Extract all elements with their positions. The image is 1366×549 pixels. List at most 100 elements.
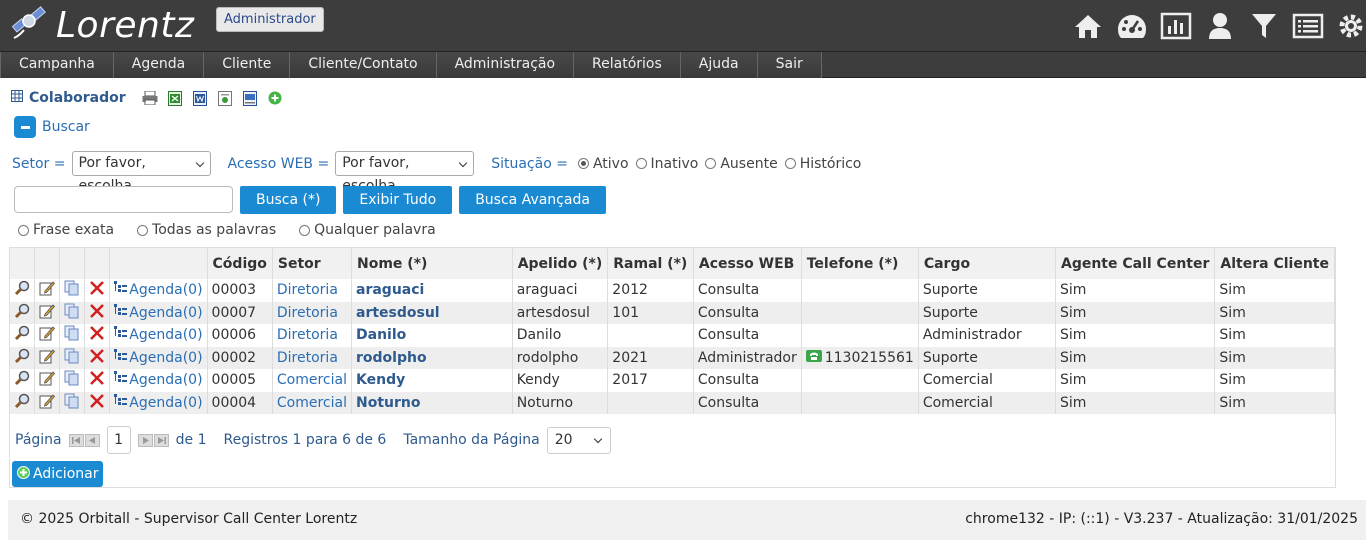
table-row[interactable]: Agenda(0) 00002 Diretoria rodolpho rodolpho 2…	[10, 346, 1335, 369]
edit-icon[interactable]	[34, 391, 61, 414]
view-icon[interactable]	[10, 324, 36, 347]
col-setor[interactable]: Setor	[272, 248, 353, 279]
table-row[interactable]: Agenda(0) 00004 Comercial Noturno Noturno Con…	[10, 391, 1335, 414]
col-acesso-web[interactable]: Acesso WEB	[693, 248, 802, 279]
delete-icon[interactable]	[84, 346, 111, 369]
cell-nome[interactable]: rodolpho	[351, 346, 513, 369]
cell-setor[interactable]: Comercial	[272, 391, 353, 414]
dashboard-icon[interactable]	[1116, 10, 1148, 42]
list-icon[interactable]	[1292, 10, 1324, 42]
cell-nome[interactable]: Danilo	[351, 324, 513, 347]
busca-button[interactable]: Busca (*)	[240, 186, 337, 214]
cell-nome[interactable]: araguaci	[351, 279, 513, 302]
copy-icon[interactable]	[59, 391, 86, 414]
todas-palavras-radio[interactable]: Todas as palavras	[137, 222, 276, 238]
word-icon[interactable]	[192, 90, 208, 106]
buscar-toggle[interactable]: Buscar	[14, 116, 90, 138]
frase-exata-radio[interactable]: Frase exata	[18, 222, 114, 238]
logo[interactable]: Lorentz	[10, 3, 194, 49]
view-icon[interactable]	[10, 369, 36, 392]
view-icon[interactable]	[10, 279, 36, 302]
col-codigo[interactable]: Código	[207, 248, 273, 279]
edit-icon[interactable]	[34, 324, 61, 347]
menu-campanha[interactable]: Campanha	[0, 52, 114, 78]
menu-sair[interactable]: Sair	[757, 52, 822, 78]
col-cargo[interactable]: Cargo	[918, 248, 1056, 279]
cell-setor[interactable]: Diretoria	[272, 301, 353, 324]
agenda-link[interactable]: Agenda(0)	[109, 324, 208, 347]
copy-icon[interactable]	[59, 369, 86, 392]
agenda-link[interactable]: Agenda(0)	[109, 391, 208, 414]
csv-icon[interactable]	[217, 90, 233, 106]
agenda-link[interactable]: Agenda(0)	[109, 301, 208, 324]
situacao-ativo-radio[interactable]: Ativo	[577, 156, 629, 172]
agenda-link[interactable]: Agenda(0)	[109, 279, 208, 302]
cell-setor[interactable]: Diretoria	[272, 324, 353, 347]
setor-select[interactable]: Por favor, escolha	[71, 151, 211, 194]
situacao-ausente-radio[interactable]: Ausente	[705, 156, 778, 172]
exibir-tudo-button[interactable]: Exibir Tudo	[343, 186, 453, 214]
delete-icon[interactable]	[84, 279, 111, 302]
adicionar-button[interactable]: Adicionar	[12, 461, 104, 487]
copy-icon[interactable]	[59, 324, 86, 347]
col-apelido[interactable]: Apelido (*)	[512, 248, 609, 279]
page-number-input[interactable]: 1	[106, 426, 131, 454]
delete-icon[interactable]	[84, 391, 111, 414]
col-telefone[interactable]: Telefone (*)	[801, 248, 919, 279]
next-page-icon[interactable]	[137, 433, 153, 448]
delete-icon[interactable]	[84, 369, 111, 392]
cell-nome[interactable]: artesdosul	[351, 301, 513, 324]
print-icon[interactable]	[142, 90, 158, 106]
view-icon[interactable]	[10, 391, 36, 414]
menu-agenda[interactable]: Agenda	[113, 52, 205, 78]
menu-cliente-contato[interactable]: Cliente/Contato	[290, 52, 437, 78]
col-altera-cliente[interactable]: Altera Cliente	[1214, 248, 1335, 279]
edit-icon[interactable]	[34, 369, 61, 392]
table-row[interactable]: Agenda(0) 00007 Diretoria artesdosul artesdo…	[10, 301, 1335, 324]
agenda-link[interactable]: Agenda(0)	[109, 346, 208, 369]
qualquer-palavra-radio[interactable]: Qualquer palavra	[299, 222, 436, 238]
cell-setor[interactable]: Comercial	[272, 369, 353, 392]
settings-icon[interactable]	[1336, 10, 1366, 42]
menu-cliente[interactable]: Cliente	[204, 52, 291, 78]
filter-icon[interactable]	[1248, 10, 1280, 42]
col-agente[interactable]: Agente Call Center	[1055, 248, 1216, 279]
situacao-historico-radio[interactable]: Histórico	[784, 156, 861, 172]
report-icon[interactable]	[242, 90, 258, 106]
add-circle-icon[interactable]	[267, 90, 283, 106]
excel-icon[interactable]	[167, 90, 183, 106]
cell-nome[interactable]: Kendy	[351, 369, 513, 392]
delete-icon[interactable]	[84, 301, 111, 324]
search-input[interactable]	[14, 186, 233, 213]
agenda-link[interactable]: Agenda(0)	[109, 369, 208, 392]
user-icon[interactable]	[1204, 10, 1236, 42]
edit-icon[interactable]	[34, 301, 61, 324]
table-row[interactable]: Agenda(0) 00006 Diretoria Danilo Danilo Consu…	[10, 324, 1335, 347]
buscar-label[interactable]: Buscar	[42, 119, 90, 135]
delete-icon[interactable]	[84, 324, 111, 347]
cell-setor[interactable]: Diretoria	[272, 346, 353, 369]
col-ramal[interactable]: Ramal (*)	[607, 248, 694, 279]
prev-page-icon[interactable]	[84, 433, 100, 448]
cell-setor[interactable]: Diretoria	[272, 279, 353, 302]
phone-icon[interactable]	[805, 349, 822, 367]
first-page-icon[interactable]	[68, 433, 84, 448]
copy-icon[interactable]	[59, 346, 86, 369]
menu-ajuda[interactable]: Ajuda	[680, 52, 758, 78]
collapse-icon[interactable]	[14, 116, 36, 138]
edit-icon[interactable]	[34, 279, 61, 302]
chart-icon[interactable]	[1160, 10, 1192, 42]
last-page-icon[interactable]	[153, 433, 169, 448]
table-row[interactable]: Agenda(0) 00003 Diretoria araguaci araguaci 2…	[10, 279, 1335, 302]
copy-icon[interactable]	[59, 301, 86, 324]
menu-relatorios[interactable]: Relatórios	[574, 52, 681, 78]
copy-icon[interactable]	[59, 279, 86, 302]
menu-administracao[interactable]: Administração	[436, 52, 575, 78]
acesso-web-select[interactable]: Por favor, escolha	[335, 151, 475, 194]
col-nome[interactable]: Nome (*)	[351, 248, 513, 279]
cell-nome[interactable]: Noturno	[351, 391, 513, 414]
view-icon[interactable]	[10, 301, 36, 324]
home-icon[interactable]	[1072, 10, 1104, 42]
edit-icon[interactable]	[34, 346, 61, 369]
view-icon[interactable]	[10, 346, 36, 369]
